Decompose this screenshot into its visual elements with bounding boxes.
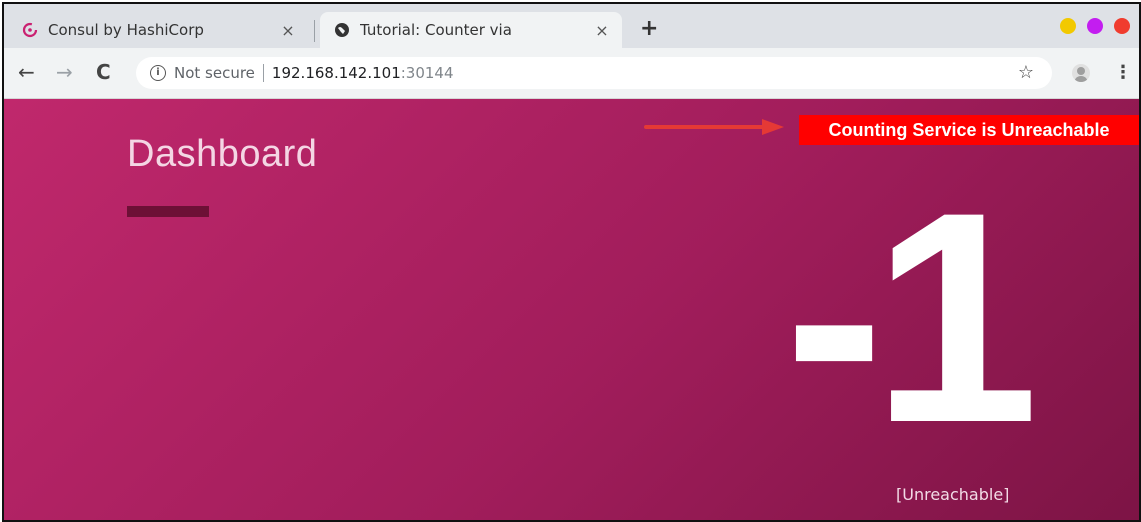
annotation-arrow-icon xyxy=(644,119,784,135)
tab-tutorial[interactable]: Tutorial: Counter via × xyxy=(320,12,622,48)
profile-avatar-icon[interactable] xyxy=(1072,64,1090,82)
minimize-button[interactable] xyxy=(1060,18,1076,34)
globe-icon xyxy=(334,22,350,38)
reload-button[interactable]: C xyxy=(96,60,111,84)
tab-separator xyxy=(314,20,315,42)
connection-status: [Unreachable] xyxy=(896,485,1010,504)
tab-consul[interactable]: Consul by HashiCorp × xyxy=(8,12,308,48)
dashboard-page: Dashboard -1 [Unreachable] Counting Serv… xyxy=(4,99,1139,520)
url-port: :30144 xyxy=(400,64,454,82)
close-tab-button[interactable]: × xyxy=(592,21,612,40)
address-bar[interactable]: i Not secure 192.168.142.101 :30144 ☆ xyxy=(136,57,1052,89)
browser-window: Consul by HashiCorp × Tutorial: Counter … xyxy=(2,2,1141,522)
forward-button[interactable]: → xyxy=(56,60,73,84)
page-title: Dashboard xyxy=(127,133,318,175)
info-icon[interactable]: i xyxy=(150,65,166,81)
tab-title: Tutorial: Counter via xyxy=(360,21,512,39)
close-window-button[interactable] xyxy=(1114,18,1130,34)
counter-value: -1 xyxy=(784,149,1039,485)
maximize-button[interactable] xyxy=(1087,18,1103,34)
bookmark-star-icon[interactable]: ☆ xyxy=(1018,62,1034,83)
close-tab-button[interactable]: × xyxy=(278,21,298,40)
back-button[interactable]: ← xyxy=(18,60,35,84)
security-label: Not secure xyxy=(174,64,255,82)
tab-strip: Consul by HashiCorp × Tutorial: Counter … xyxy=(4,4,1139,48)
title-underline-bar xyxy=(127,206,209,217)
tab-title: Consul by HashiCorp xyxy=(48,21,204,39)
browser-menu-icon[interactable]: ⋮ xyxy=(1114,62,1132,83)
browser-toolbar: ← → C i Not secure 192.168.142.101 :3014… xyxy=(4,48,1139,99)
url-host: 192.168.142.101 xyxy=(271,64,401,82)
consul-icon xyxy=(22,22,38,38)
url-divider xyxy=(262,64,264,82)
unreachable-callout: Counting Service is Unreachable xyxy=(799,115,1139,145)
new-tab-button[interactable]: + xyxy=(640,16,658,41)
